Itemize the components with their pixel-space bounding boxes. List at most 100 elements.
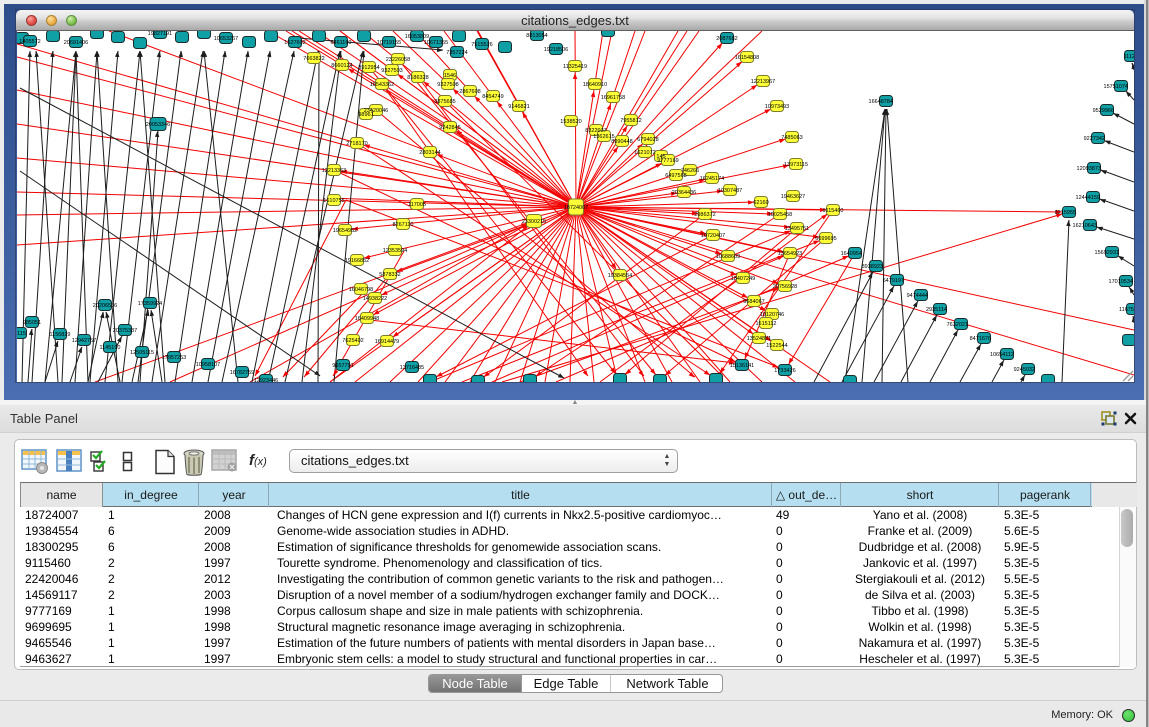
svg-text:15692931: 15692931 [1095,250,1119,256]
svg-text:1733426: 1733426 [774,368,795,374]
svg-text:9146821: 9146821 [508,104,529,110]
svg-text:1522544: 1522544 [766,343,787,349]
svg-text:10973493: 10973493 [765,104,789,110]
svg-text:2986372: 2986372 [694,212,715,218]
svg-text:9327508: 9327508 [437,82,458,88]
svg-text:9115460: 9115460 [822,208,843,214]
svg-text:8938923: 8938923 [862,264,883,270]
svg-text:7357224: 7357224 [446,50,467,56]
svg-text:98961: 98961 [358,112,373,118]
svg-text:10120746: 10120746 [760,312,784,318]
svg-text:11325419: 11325419 [563,64,587,70]
svg-text:7955812: 7955812 [620,118,641,124]
svg-text:16914479: 16914479 [375,339,399,345]
svg-text:8186328: 8186328 [407,75,428,81]
svg-text:23226058: 23226058 [386,57,410,63]
svg-text:10025458: 10025458 [768,212,792,218]
svg-text:1640954: 1640954 [841,251,862,257]
svg-text:1621072: 1621072 [634,150,655,156]
svg-text:10958107: 10958107 [196,362,220,368]
svg-text:12923446: 12923446 [254,378,278,382]
svg-text:7625402: 7625402 [342,338,363,344]
svg-text:18640910: 18640910 [583,82,607,88]
svg-text:13716485: 13716485 [400,365,424,371]
svg-text:8990448: 8990448 [611,139,632,145]
svg-text:20691406: 20691406 [64,40,88,46]
svg-text:1538520: 1538520 [560,119,581,125]
svg-text:10719155: 10719155 [377,40,401,46]
svg-text:19463627: 19463627 [781,194,805,200]
svg-text:12213363: 12213363 [322,168,346,174]
svg-text:6699695: 6699695 [815,236,836,242]
svg-text:2803144: 2803144 [419,150,440,156]
svg-text:20756928: 20756928 [773,284,797,290]
svg-text:1546: 1546 [444,73,456,79]
svg-text:18724007: 18724007 [564,205,588,211]
svg-text:16961758: 16961758 [601,95,625,101]
svg-text:1527602: 1527602 [284,40,305,46]
svg-text:9227342: 9227342 [1084,136,1105,142]
svg-text:15136141: 15136141 [730,363,754,369]
svg-text:16154808: 16154808 [735,55,759,61]
svg-text:19654952: 19654952 [333,228,357,234]
svg-text:6479197: 6479197 [883,278,904,284]
svg-text:9529966: 9529966 [1093,108,1114,114]
svg-text:13524851: 13524851 [747,336,771,342]
svg-text:12353594: 12353594 [383,248,407,254]
svg-text:1167533: 1167533 [1119,307,1134,313]
svg-text:9684067: 9684067 [743,299,764,305]
svg-text:10671355: 10671355 [424,40,448,46]
svg-text:9115: 9115 [17,331,26,337]
svg-text:8813054: 8813054 [526,33,547,39]
svg-text:16648784: 16648784 [869,99,893,105]
svg-text:9657791: 9657791 [332,363,353,369]
svg-text:16210643: 16210643 [1073,223,1097,229]
svg-text:1405572: 1405572 [19,39,40,45]
svg-text:9327503: 9327503 [381,68,402,74]
svg-text:8267110: 8267110 [392,222,413,228]
svg-text:1610755: 1610755 [323,198,344,204]
svg-text:16409948: 16409948 [355,316,379,322]
svg-text:117005: 117005 [408,202,426,208]
svg-text:13973115: 13973115 [784,162,808,168]
svg-text:11124: 11124 [1124,54,1134,60]
svg-text:12213967: 12213967 [751,79,775,85]
svg-text:16245174: 16245174 [700,176,724,182]
svg-text:6497568: 6497568 [665,173,686,179]
svg-text:8215955: 8215955 [1055,210,1076,216]
svg-text:10720407: 10720407 [701,233,725,239]
svg-text:2935114: 2935114 [926,307,947,313]
svg-text:16046798: 16046798 [349,287,373,293]
svg-text:62160: 62160 [753,200,768,206]
svg-text:9245032: 9245032 [1014,367,1035,373]
svg-text:19827191: 19827191 [148,31,172,37]
svg-text:10307487: 10307487 [718,188,742,194]
svg-text:9474444: 9474444 [907,293,928,299]
svg-text:19166852: 19166852 [345,258,369,264]
svg-text:6461160: 6461160 [330,40,351,46]
svg-text:1615112: 1615112 [755,321,776,327]
svg-text:2867608: 2867608 [459,89,480,95]
svg-text:13654923: 13654923 [778,251,802,257]
svg-text:7485063: 7485063 [781,135,802,141]
svg-text:9242845: 9242845 [439,125,460,131]
svg-text:18407249: 18407249 [731,276,755,282]
svg-text:7515526: 7515526 [471,42,492,48]
svg-text:2718170: 2718170 [346,141,367,147]
svg-text:8471676: 8471676 [970,336,991,342]
svg-text:12444159: 12444159 [1076,195,1100,201]
svg-text:19218506: 19218506 [544,47,568,53]
svg-text:7663822: 7663822 [303,56,324,62]
svg-text:10688609: 10688609 [716,254,740,260]
svg-text:7632021: 7632021 [947,322,968,328]
svg-text:20375387: 20375387 [113,328,137,334]
svg-text:20206536: 20206536 [93,303,117,309]
svg-text:10654112: 10654112 [990,352,1014,358]
svg-text:8454749: 8454749 [482,94,503,100]
svg-text:13495751: 13495751 [785,226,809,232]
svg-text:985051: 985051 [23,320,41,326]
svg-text:1145190: 1145190 [99,345,120,351]
svg-text:12093873: 12093873 [1077,166,1101,172]
svg-text:9777169: 9777169 [657,158,678,164]
svg-text:16782759: 16782759 [230,370,254,376]
